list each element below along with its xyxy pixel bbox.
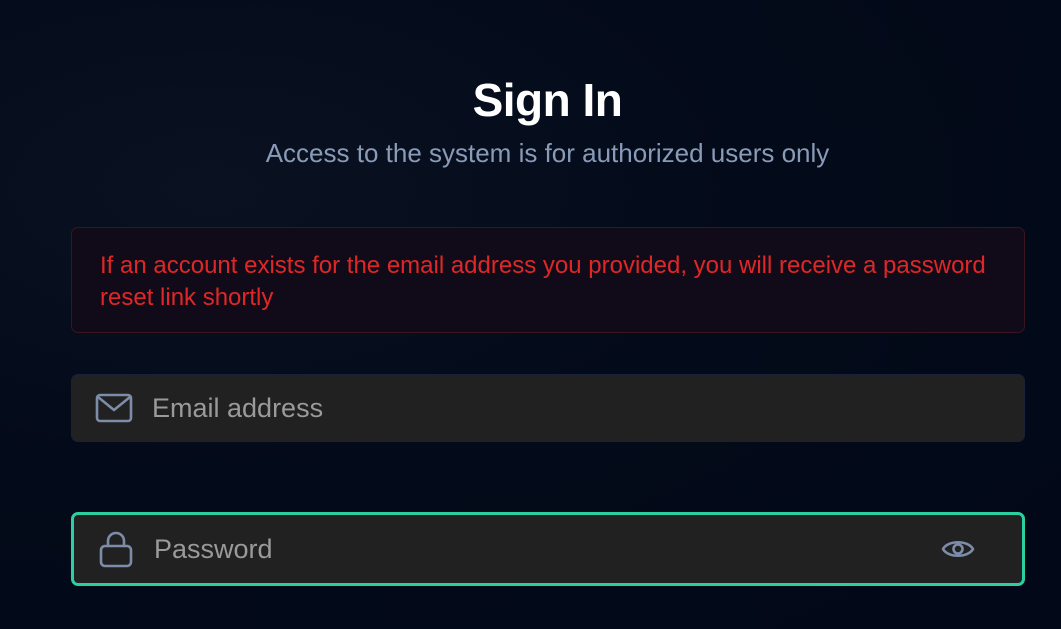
sign-in-header: Sign In Access to the system is for auth…: [0, 70, 1061, 170]
password-input[interactable]: [152, 514, 936, 584]
password-field[interactable]: [71, 512, 1025, 586]
page-title: Sign In: [472, 74, 623, 126]
lock-icon: [96, 529, 136, 569]
reset-alert-banner: If an account exists for the email addre…: [71, 227, 1025, 333]
mail-icon: [94, 388, 134, 428]
eye-icon[interactable]: [936, 527, 980, 571]
alert-message: If an account exists for the email addre…: [100, 252, 986, 311]
sign-in-page: Sign In Access to the system is for auth…: [0, 0, 1061, 629]
page-subtitle: Access to the system is for authorized u…: [265, 138, 830, 168]
email-field[interactable]: [71, 374, 1025, 442]
email-input[interactable]: [150, 374, 1024, 442]
